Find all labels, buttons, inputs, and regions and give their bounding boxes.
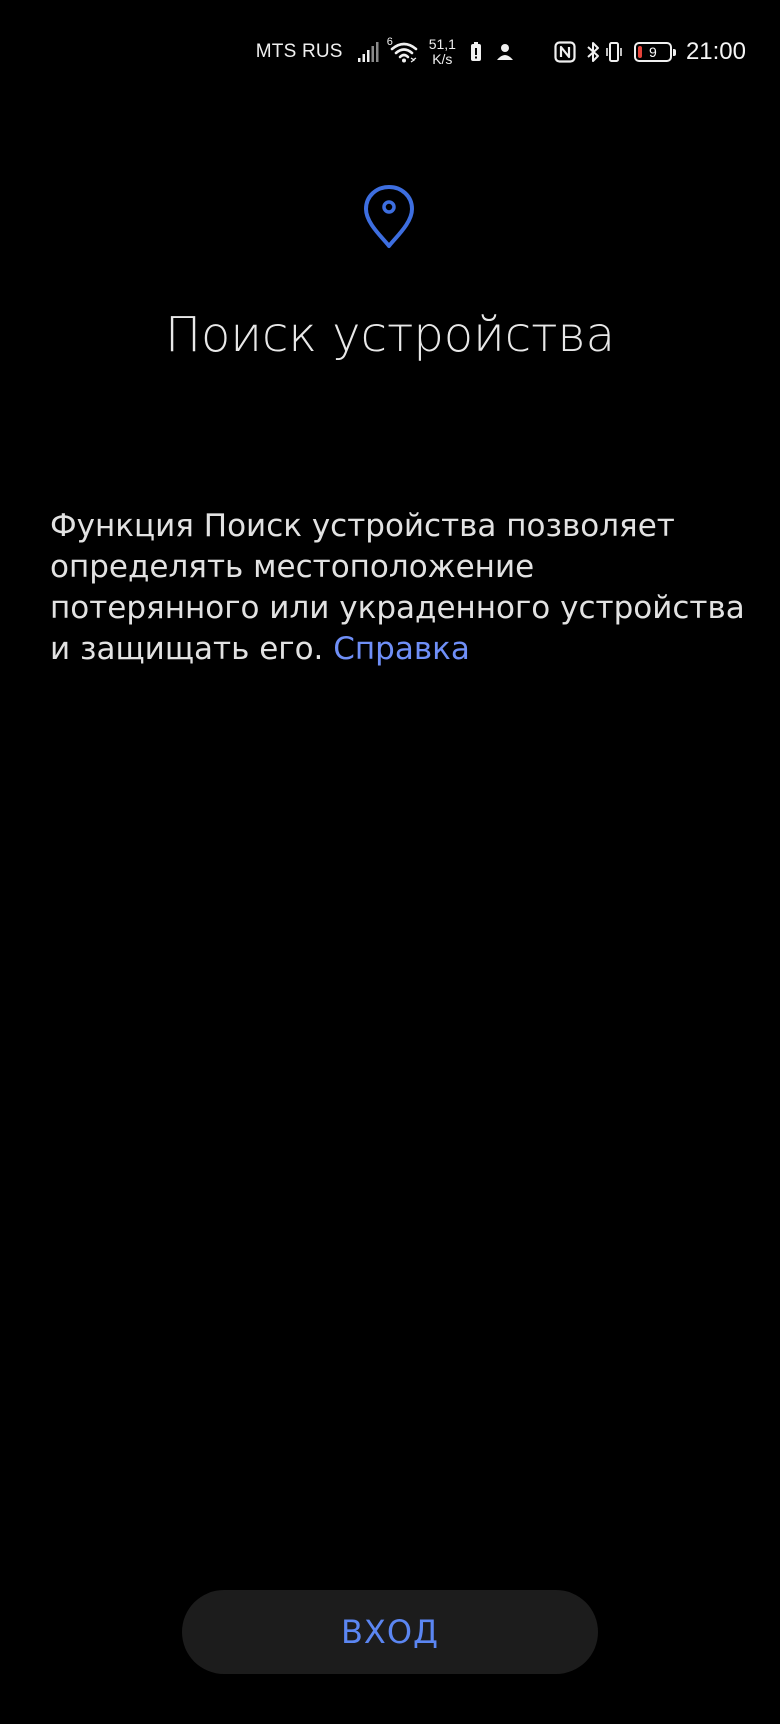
- speed-value: 51,1: [428, 36, 456, 52]
- help-link[interactable]: Справка: [333, 631, 470, 667]
- person-icon: [496, 43, 514, 61]
- status-bar: MTS RUS 6 51,1 K/s 9 21:00: [256, 30, 746, 74]
- page-title: Поиск устройства: [164, 307, 616, 363]
- carrier-name: MTS RUS: [255, 41, 343, 62]
- battery-saver-icon: [470, 42, 482, 62]
- location-pin-icon: [364, 185, 414, 248]
- clock: 21:00: [685, 38, 746, 65]
- wifi-icon: 6: [387, 36, 419, 64]
- signal-icon: [357, 41, 379, 63]
- vibrate-icon: [606, 41, 622, 63]
- speed-unit: K/s: [432, 51, 453, 67]
- bluetooth-icon: [586, 41, 600, 63]
- battery-level: 9: [649, 44, 657, 60]
- feature-description: Функция Поиск устройства позволяет опред…: [50, 506, 750, 670]
- network-type-label: 6: [386, 36, 393, 48]
- nfc-icon: [554, 41, 576, 63]
- network-speed: 51,1 K/s: [429, 37, 456, 67]
- battery-icon: 9: [633, 42, 676, 62]
- login-button[interactable]: ВХОД: [182, 1590, 598, 1674]
